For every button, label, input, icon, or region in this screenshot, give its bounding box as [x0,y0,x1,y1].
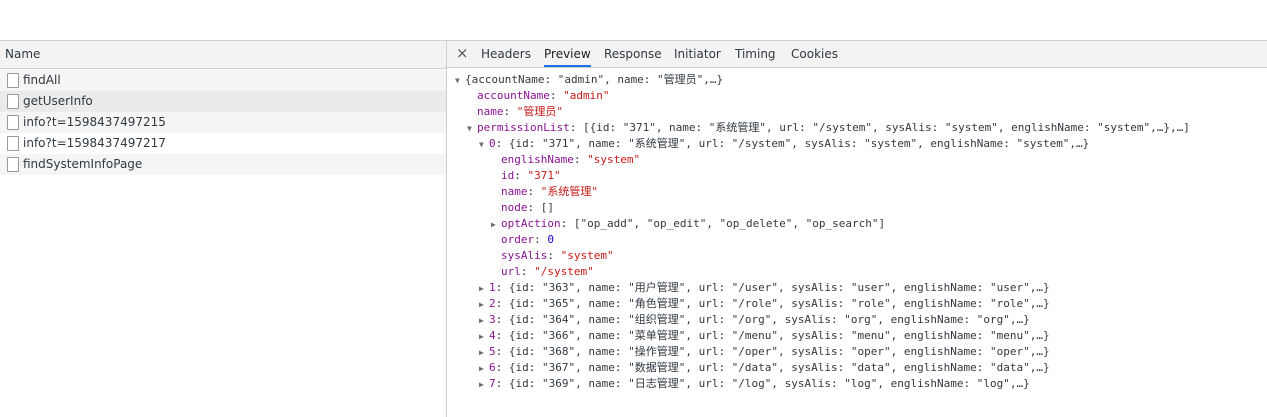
detail-tab-bar: × Headers Preview Response Initiator Tim… [447,41,1267,68]
devtools-network-panel: Name findAll getUserInfo info?t=15984374… [0,40,1267,417]
document-icon [7,136,19,151]
tree-node-item-1[interactable]: ▶ 1: {id: "363", name: "用户管理", url: "/use… [479,280,1050,296]
collapsed-triangle-icon[interactable]: ▶ [479,361,489,377]
tree-prop-name-0: name: "系统管理" [501,185,598,198]
close-icon[interactable]: × [456,45,469,61]
tree-node-item-3[interactable]: ▶ 3: {id: "364", name: "组织管理", url: "/org… [479,312,1030,328]
tree-prop-node: node: [] [501,201,554,214]
collapsed-triangle-icon[interactable]: ▶ [479,329,489,345]
collapsed-triangle-icon[interactable]: ▶ [479,345,489,361]
tree-node-item-6[interactable]: ▶ 6: {id: "367", name: "数据管理", url: "/dat… [479,360,1050,376]
name-column-header[interactable]: Name [0,41,446,69]
tab-cookies[interactable]: Cookies [791,41,838,67]
tree-prop-accountname: accountName: "admin" [477,89,610,102]
request-name: info?t=1598437497215 [23,115,166,129]
request-row-findall[interactable]: findAll [0,70,446,91]
request-row-findsysteminfopage[interactable]: findSystemInfoPage [0,154,446,175]
tab-headers[interactable]: Headers [481,41,531,67]
request-name: findAll [23,73,61,87]
tree-node-item-0[interactable]: ▼ 0: {id: "371", name: "系统管理", url: "/sys… [479,136,1089,152]
tree-prop-id: id: "371" [501,169,561,182]
tree-prop-name: name: "管理员" [477,105,563,118]
json-preview-tree: ▼ {accountName: "admin", name: "管理员",…} a… [447,68,1267,417]
request-name: info?t=1598437497217 [23,136,166,150]
tree-node-item-7[interactable]: ▶ 7: {id: "369", name: "日志管理", url: "/log… [479,376,1030,392]
request-name: findSystemInfoPage [23,157,143,171]
expanded-triangle-icon[interactable]: ▼ [455,73,465,89]
tab-response[interactable]: Response [604,41,662,67]
collapsed-triangle-icon[interactable]: ▶ [479,313,489,329]
request-detail-pane: × Headers Preview Response Initiator Tim… [447,41,1267,417]
tree-prop-englishname: englishName: "system" [501,153,641,166]
tree-prop-url: url: "/system" [501,265,594,278]
tree-node-item-4[interactable]: ▶ 4: {id: "366", name: "菜单管理", url: "/men… [479,328,1050,344]
tree-node-item-5[interactable]: ▶ 5: {id: "368", name: "操作管理", url: "/ope… [479,344,1050,360]
tree-node-root[interactable]: ▼ {accountName: "admin", name: "管理员",…} [455,72,723,88]
collapsed-triangle-icon[interactable]: ▶ [491,217,501,233]
tab-timing[interactable]: Timing [735,41,776,67]
tree-node-permissionlist[interactable]: ▼ permissionList: [{id: "371", name: "系统管… [467,120,1190,136]
request-name: getUserInfo [23,94,93,108]
document-icon [7,157,19,172]
request-row-getuserinfo[interactable]: getUserInfo [0,91,446,112]
request-row-info-215[interactable]: info?t=1598437497215 [0,112,446,133]
collapsed-triangle-icon[interactable]: ▶ [479,377,489,393]
tree-prop-order: order: 0 [501,233,554,246]
expanded-triangle-icon[interactable]: ▼ [479,137,489,153]
tab-preview[interactable]: Preview [544,41,591,67]
tree-prop-sysalis: sysAlis: "system" [501,249,614,262]
document-icon [7,73,19,88]
document-icon [7,94,19,109]
tree-node-item-2[interactable]: ▶ 2: {id: "365", name: "角色管理", url: "/rol… [479,296,1050,312]
tab-initiator[interactable]: Initiator [674,41,721,67]
document-icon [7,115,19,130]
tree-node-optaction[interactable]: ▶ optAction: ["op_add", "op_edit", "op_de… [491,216,885,232]
request-list-pane: Name findAll getUserInfo info?t=15984374… [0,41,447,417]
request-row-info-217[interactable]: info?t=1598437497217 [0,133,446,154]
collapsed-triangle-icon[interactable]: ▶ [479,281,489,297]
expanded-triangle-icon[interactable]: ▼ [467,121,477,137]
collapsed-triangle-icon[interactable]: ▶ [479,297,489,313]
